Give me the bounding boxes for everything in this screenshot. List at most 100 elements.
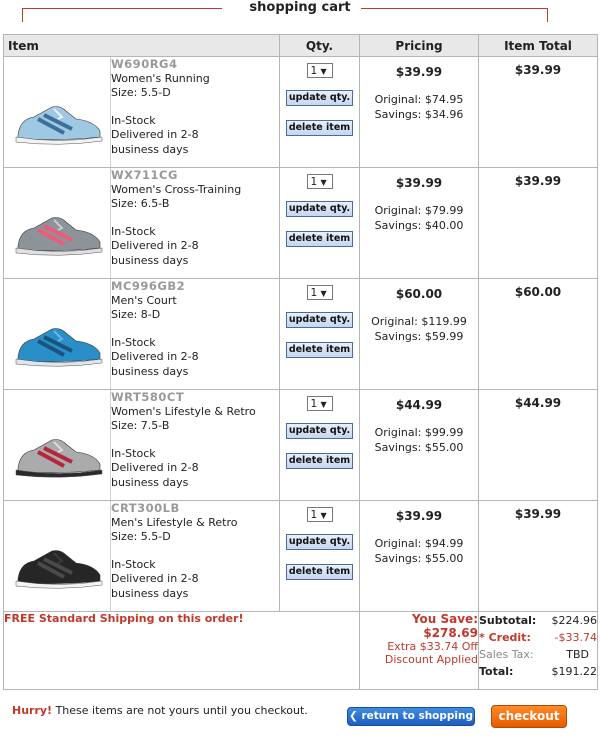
product-size: Size: 8-D xyxy=(111,308,161,321)
qty-select[interactable]: 1 ▼ xyxy=(306,285,333,300)
order-summary: Subtotal: $224.96 * Credit: -$33.74 Sales … xyxy=(478,611,598,690)
sale-price: $60.00 xyxy=(395,287,443,301)
qty-cell: 1 ▼ update qty. delete item xyxy=(279,278,360,390)
product-sku[interactable]: WRT580CT xyxy=(111,390,279,405)
cart-header: shopping cart xyxy=(0,0,600,30)
product-name: Women's Running xyxy=(111,71,210,85)
delete-item-button[interactable]: delete item xyxy=(285,120,354,136)
col-item-total: Item Total xyxy=(478,34,598,57)
savings: Savings: $34.96 xyxy=(374,108,464,121)
chevron-down-icon: ▼ xyxy=(320,67,327,76)
product-name: Women's Cross-Training xyxy=(111,182,242,196)
update-qty-button[interactable]: update qty. xyxy=(285,534,354,550)
qty-select[interactable]: 1 ▼ xyxy=(306,396,333,411)
product-sku[interactable]: WX711CG xyxy=(111,168,279,183)
product-name: Men's Lifestyle & Retro xyxy=(111,515,238,529)
hurry-text: These items are not yours until you chec… xyxy=(52,704,308,717)
col-item: Item xyxy=(3,34,280,57)
update-qty-button[interactable]: update qty. xyxy=(285,312,354,328)
shoe-image[interactable] xyxy=(14,430,104,478)
original-price: Original: $99.99 xyxy=(374,426,464,439)
credit-value: -$33.74 xyxy=(554,631,597,644)
delete-item-button[interactable]: delete item xyxy=(285,231,354,247)
cart-item-row: WX711CG Women's Cross-Training Size: 6.5-B… xyxy=(3,167,598,279)
delivery-line-1: Delivered in 2-8 xyxy=(111,461,199,474)
you-save: You Save: $278.69 xyxy=(411,612,478,640)
pricing-cell: $60.00 Original: $119.99 Savings: $59.99 xyxy=(359,278,479,390)
subtotal-value: $224.96 xyxy=(551,614,598,627)
qty-select[interactable]: 1 ▼ xyxy=(306,63,333,78)
stock-status: In-Stock xyxy=(111,557,156,571)
return-label: return to shopping xyxy=(361,710,474,722)
product-name: Men's Court xyxy=(111,293,177,307)
shoe-image[interactable] xyxy=(14,541,104,589)
savings: Savings: $40.00 xyxy=(374,219,464,232)
shipping-note: FREE Standard Shipping on this order! xyxy=(3,611,360,690)
delete-item-button[interactable]: delete item xyxy=(285,342,354,358)
stock-status: In-Stock xyxy=(111,113,156,127)
col-qty: Qty. xyxy=(279,34,360,57)
col-pricing: Pricing xyxy=(359,34,479,57)
tax-value: TBD xyxy=(566,648,589,661)
savings: Savings: $55.00 xyxy=(374,441,464,454)
product-sku[interactable]: MC996GB2 xyxy=(111,279,279,294)
product-size: Size: 6.5-B xyxy=(111,197,170,210)
product-image-cell xyxy=(3,389,111,501)
delete-item-button[interactable]: delete item xyxy=(285,453,354,469)
original-price: Original: $74.95 xyxy=(374,93,464,106)
delete-item-button[interactable]: delete item xyxy=(285,564,354,580)
shoe-image[interactable] xyxy=(14,208,104,256)
update-qty-button[interactable]: update qty. xyxy=(285,201,354,217)
qty-cell: 1 ▼ update qty. delete item xyxy=(279,167,360,279)
qty-select[interactable]: 1 ▼ xyxy=(306,507,333,522)
qty-value: 1 xyxy=(310,287,318,299)
qty-value: 1 xyxy=(310,176,318,188)
qty-value: 1 xyxy=(310,398,318,410)
shoe-image[interactable] xyxy=(14,319,104,367)
product-image-cell xyxy=(3,278,111,390)
product-description: W690RG4 Women's Running Size: 5.5-D In-Stoc… xyxy=(110,56,280,168)
savings: Savings: $55.00 xyxy=(374,552,464,565)
pricing-cell: $44.99 Original: $99.99 Savings: $55.00 xyxy=(359,389,479,501)
product-sku[interactable]: CRT300LB xyxy=(111,501,279,516)
delivery-line-2: business days xyxy=(111,475,189,489)
original-price: Original: $79.99 xyxy=(374,204,464,217)
item-total: $39.99 xyxy=(478,500,598,612)
stock-status: In-Stock xyxy=(111,335,156,349)
qty-select[interactable]: 1 ▼ xyxy=(306,174,333,189)
return-to-shopping-button[interactable]: ❮ return to shopping xyxy=(347,707,475,726)
qty-cell: 1 ▼ update qty. delete item xyxy=(279,389,360,501)
chevron-down-icon: ▼ xyxy=(320,511,327,520)
pricing-cell: $39.99 Original: $79.99 Savings: $40.00 xyxy=(359,167,479,279)
extra-discount: Extra $33.74 Off Discount Applied xyxy=(384,640,478,666)
product-sku[interactable]: W690RG4 xyxy=(111,57,279,72)
cart-table: Item Qty. Pricing Item Total W690RG4 Wome… xyxy=(3,34,598,690)
cart-item-row: WRT580CT Women's Lifestyle & Retro Size: 7… xyxy=(3,389,598,501)
sale-price: $44.99 xyxy=(395,398,443,412)
hurry-label: Hurry! xyxy=(12,704,53,717)
total-value: $191.22 xyxy=(551,665,598,678)
product-description: CRT300LB Men's Lifestyle & Retro Size: 5.5… xyxy=(110,500,280,612)
product-image-cell xyxy=(3,167,111,279)
cart-item-row: MC996GB2 Men's Court Size: 8-D In-Stock Deli… xyxy=(3,278,598,390)
item-total: $60.00 xyxy=(478,278,598,390)
delivery-line-1: Delivered in 2-8 xyxy=(111,239,199,252)
product-size: Size: 7.5-B xyxy=(111,419,170,432)
item-total: $39.99 xyxy=(478,167,598,279)
checkout-label: checkout xyxy=(498,709,560,723)
delivery-line-2: business days xyxy=(111,142,189,156)
cart-item-row: CRT300LB Men's Lifestyle & Retro Size: 5.5… xyxy=(3,500,598,612)
product-image-cell xyxy=(3,56,111,168)
update-qty-button[interactable]: update qty. xyxy=(285,423,354,439)
original-price: Original: $119.99 xyxy=(371,315,467,328)
product-size: Size: 5.5-D xyxy=(111,530,171,543)
shoe-image[interactable] xyxy=(14,97,104,145)
chevron-down-icon: ▼ xyxy=(320,178,327,187)
chevron-left-icon: ❮ xyxy=(348,710,358,722)
delivery-line-2: business days xyxy=(111,586,189,600)
savings-summary: You Save: $278.69 Extra $33.74 Off Disco… xyxy=(359,611,479,690)
total-label: Total: xyxy=(479,665,514,678)
checkout-button[interactable]: checkout ❯ xyxy=(491,705,567,744)
qty-value: 1 xyxy=(310,509,318,521)
update-qty-button[interactable]: update qty. xyxy=(285,90,354,106)
